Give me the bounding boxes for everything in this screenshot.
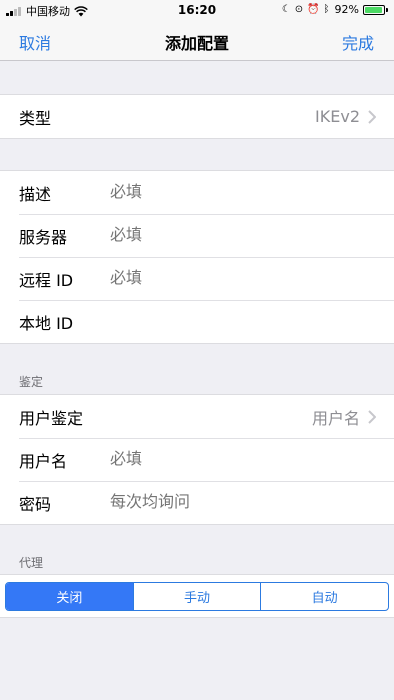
server-label: 服务器 bbox=[19, 227, 68, 247]
username-label: 用户名 bbox=[19, 451, 68, 471]
alarm-icon: ⏰ bbox=[307, 4, 320, 15]
local-id-label: 本地 ID bbox=[19, 313, 74, 333]
rotation-lock-icon: ⊙ bbox=[294, 4, 304, 15]
remote-id-label: 远程 ID bbox=[19, 270, 74, 290]
local-id-row: 本地 ID bbox=[0, 300, 394, 343]
done-button[interactable]: 完成 bbox=[342, 30, 374, 54]
battery-icon bbox=[363, 4, 385, 15]
bluetooth-icon: ᛒ bbox=[323, 4, 330, 15]
cancel-button[interactable]: 取消 bbox=[19, 30, 51, 54]
remote-id-field[interactable] bbox=[110, 263, 378, 294]
type-group: 类型 IKEv2 bbox=[0, 94, 394, 139]
proxy-auto-segment[interactable]: 自动 bbox=[260, 583, 388, 610]
description-field[interactable] bbox=[110, 177, 378, 208]
proxy-manual-segment[interactable]: 手动 bbox=[132, 583, 261, 610]
status-right: ☾ ⊙ ⏰ ᛒ 92% bbox=[278, 3, 388, 16]
chevron-right-icon bbox=[368, 409, 376, 424]
description-label: 描述 bbox=[19, 184, 52, 204]
battery-percent: 92% bbox=[334, 3, 359, 16]
password-label: 密码 bbox=[19, 494, 52, 514]
server-group: 描述 服务器 远程 ID 本地 ID bbox=[0, 170, 394, 344]
battery-level bbox=[365, 6, 382, 13]
password-row: 密码 bbox=[0, 481, 394, 524]
server-field[interactable] bbox=[110, 220, 378, 251]
server-row: 服务器 bbox=[0, 214, 394, 257]
auth-section-header: 鉴定 bbox=[19, 375, 44, 389]
user-auth-row[interactable]: 用户鉴定 用户名 bbox=[0, 395, 394, 438]
proxy-segmented-control: 关闭 手动 自动 bbox=[5, 582, 389, 611]
proxy-off-segment[interactable]: 关闭 bbox=[6, 583, 133, 610]
auth-group: 用户鉴定 用户名 用户名 密码 bbox=[0, 394, 394, 525]
moon-icon: ☾ bbox=[281, 4, 291, 15]
nav-bar: 取消 添加配置 完成 bbox=[0, 20, 394, 61]
chevron-right-icon bbox=[368, 109, 376, 124]
username-field[interactable] bbox=[110, 444, 378, 475]
description-row: 描述 bbox=[0, 171, 394, 214]
proxy-section-header: 代理 bbox=[19, 556, 44, 570]
user-auth-label: 用户鉴定 bbox=[19, 408, 84, 428]
user-auth-value: 用户名 bbox=[311, 408, 360, 428]
password-field[interactable] bbox=[110, 487, 378, 518]
type-label: 类型 bbox=[19, 108, 52, 128]
page-title: 添加配置 bbox=[164, 34, 229, 53]
proxy-group: 关闭 手动 自动 bbox=[0, 574, 394, 618]
status-bar: 中国移动 16:20 ☾ ⊙ ⏰ ᛒ 92% bbox=[0, 0, 394, 20]
battery-tip bbox=[386, 7, 388, 12]
type-value: IKEv2 bbox=[315, 107, 360, 126]
username-row: 用户名 bbox=[0, 438, 394, 481]
remote-id-row: 远程 ID bbox=[0, 257, 394, 300]
local-id-field[interactable] bbox=[110, 306, 378, 337]
type-row[interactable]: 类型 IKEv2 bbox=[0, 95, 394, 138]
